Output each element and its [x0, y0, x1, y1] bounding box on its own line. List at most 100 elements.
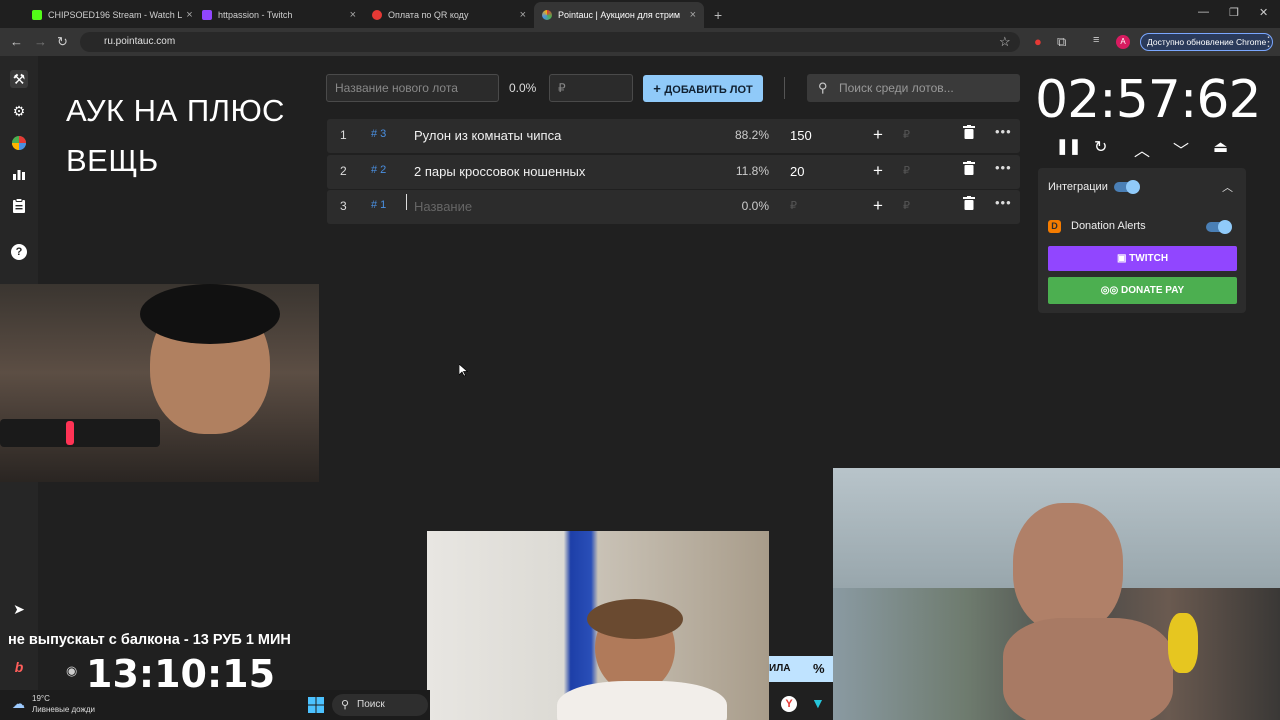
- lot-percent: 0.0%: [741, 199, 769, 213]
- eye-icon: ◉: [66, 663, 78, 678]
- extra-amount-input[interactable]: ₽: [903, 164, 910, 177]
- clipboard-icon[interactable]: [10, 198, 28, 216]
- bookmark-star-icon[interactable]: ☆: [999, 34, 1011, 50]
- new-lot-name-input[interactable]: Название нового лота: [326, 74, 499, 102]
- lot-name-input[interactable]: Название: [414, 199, 472, 214]
- donation-alerts-toggle[interactable]: [1206, 220, 1232, 234]
- add-amount-icon[interactable]: +: [873, 196, 883, 216]
- taskbar-search[interactable]: ⚲ Поиск: [332, 694, 428, 716]
- url-text: ru.pointauc.com: [104, 36, 176, 47]
- add-amount-icon[interactable]: +: [873, 125, 883, 145]
- forward-icon[interactable]: →: [34, 34, 47, 49]
- delete-icon[interactable]: [963, 196, 975, 210]
- browser-tab[interactable]: CHIPSOED196 Stream - Watch L ×: [24, 2, 194, 28]
- lot-amount-input[interactable]: ₽: [790, 199, 797, 212]
- close-icon[interactable]: ×: [686, 9, 696, 21]
- integrations-toggle[interactable]: [1114, 180, 1140, 194]
- settings-gear-icon[interactable]: ⚙: [10, 102, 28, 120]
- telegram-icon[interactable]: ➤: [10, 600, 28, 618]
- gavel-icon[interactable]: ⚒: [10, 70, 28, 88]
- browser-tab[interactable]: httpassion - Twitch ×: [194, 2, 364, 28]
- more-icon[interactable]: •••: [995, 195, 1012, 210]
- integrations-label: Интеграции: [1048, 181, 1108, 193]
- delete-icon[interactable]: [963, 125, 975, 139]
- percent-control-label: ИЛА: [769, 663, 791, 674]
- windows-start-icon[interactable]: [308, 697, 324, 713]
- close-icon[interactable]: ×: [182, 9, 192, 21]
- reload-icon[interactable]: ↻: [57, 34, 68, 50]
- taskbar-search-label: Поиск: [357, 699, 385, 710]
- reset-icon[interactable]: ↻: [1094, 137, 1107, 157]
- extensions-puzzle-icon[interactable]: ⧉: [1057, 34, 1066, 50]
- lot-percent: 88.2%: [734, 128, 769, 142]
- hair-shape: [587, 599, 683, 639]
- media-icon[interactable]: ≡: [1093, 34, 1099, 46]
- donatepay-icon: ◎◎: [1100, 285, 1122, 296]
- kick-icon: [32, 10, 42, 20]
- twitch-icon: [202, 10, 212, 20]
- shield-icon[interactable]: ▼: [811, 695, 825, 711]
- pointauc-icon: [542, 10, 552, 20]
- twitch-button[interactable]: ▣ TWITCH: [1048, 246, 1237, 271]
- close-icon[interactable]: ×: [516, 9, 526, 21]
- extra-amount-input[interactable]: ₽: [903, 199, 910, 212]
- lot-row: 3 # 1 Название 0.0% ₽ + ₽ •••: [327, 190, 1020, 224]
- menu-kebab-icon[interactable]: ⋮: [1262, 34, 1275, 50]
- chrome-update-button[interactable]: Доступно обновление Chrome: [1140, 33, 1274, 51]
- weather-widget[interactable]: 19°C Ливневые дожди: [32, 693, 95, 715]
- close-icon[interactable]: ×: [346, 9, 356, 21]
- boosty-icon[interactable]: b: [10, 658, 28, 676]
- lot-amount[interactable]: 20: [790, 164, 804, 179]
- add-lot-button[interactable]: + ДОБАВИТЬ ЛОТ: [643, 75, 763, 102]
- microphone-shape: [0, 419, 160, 447]
- chevron-up-icon[interactable]: ︿: [1134, 137, 1150, 161]
- window-close-icon[interactable]: ✕: [1259, 6, 1268, 19]
- integrations-panel: Интеграции ︿ D Donation Alerts ▣ TWITCH …: [1038, 168, 1246, 313]
- tab-title: httpassion - Twitch: [218, 10, 293, 20]
- percent-control[interactable]: ИЛА %: [769, 656, 833, 682]
- weather-text: Ливневые дожди: [32, 705, 96, 714]
- lot-name[interactable]: 2 пары кроссовок ношенных: [414, 164, 585, 179]
- lot-id: # 3: [371, 128, 387, 140]
- yandex-browser-icon[interactable]: Y: [781, 696, 797, 712]
- donatepay-button[interactable]: ◎◎ DONATE PAY: [1048, 277, 1237, 304]
- extension-icon[interactable]: ●: [1034, 34, 1042, 49]
- mouse-cursor-icon: [459, 364, 468, 377]
- new-lot-amount-input[interactable]: ₽: [549, 74, 633, 102]
- double-up-icon[interactable]: ⏏: [1213, 137, 1228, 157]
- minimize-icon[interactable]: —: [1198, 6, 1209, 18]
- windows-taskbar: ☁ 19°C Ливневые дожди ⚲ Поиск: [0, 690, 430, 720]
- new-tab-button[interactable]: +: [704, 7, 732, 28]
- chevron-up-icon[interactable]: ︿: [1222, 179, 1233, 195]
- delete-icon[interactable]: [963, 161, 975, 175]
- add-amount-icon[interactable]: +: [873, 161, 883, 181]
- lot-position: 1: [340, 128, 347, 142]
- pause-icon[interactable]: ❚❚: [1056, 137, 1081, 155]
- twitch-button-label: TWITCH: [1129, 253, 1169, 264]
- browser-tab-active[interactable]: Pointauc | Аукцион для стрим ×: [534, 2, 704, 28]
- lot-name[interactable]: Рулон из комнаты чипса: [414, 128, 561, 143]
- chevron-down-icon[interactable]: ﹀: [1173, 137, 1189, 161]
- lot-search-input[interactable]: ⚲ Поиск среди лотов...: [807, 74, 1020, 102]
- back-icon[interactable]: ←: [10, 34, 23, 49]
- lot-row: 1 # 3 Рулон из комнаты чипса 88.2% 150 +…: [327, 119, 1020, 153]
- guest-webcam: [427, 531, 769, 720]
- help-icon[interactable]: ?: [11, 244, 27, 260]
- wheel-icon[interactable]: [10, 135, 28, 153]
- more-icon[interactable]: •••: [995, 160, 1012, 175]
- browser-tab[interactable]: Оплата по QR коду ×: [364, 2, 534, 28]
- maximize-icon[interactable]: ❐: [1229, 6, 1239, 19]
- mic-light: [66, 421, 74, 445]
- extra-amount-input[interactable]: ₽: [903, 128, 910, 141]
- address-bar-row: ← → ↻ ru.pointauc.com ☆ ● ⧉ ≡ A Доступно…: [0, 28, 1280, 56]
- shirt-shape: [557, 681, 727, 720]
- url-field[interactable]: ru.pointauc.com: [80, 32, 1020, 52]
- lot-amount[interactable]: 150: [790, 128, 812, 143]
- profile-avatar[interactable]: A: [1116, 35, 1130, 49]
- more-icon[interactable]: •••: [995, 124, 1012, 139]
- statistics-bar-icon[interactable]: [10, 167, 28, 185]
- vase-shape: [1168, 613, 1198, 673]
- twitch-icon: ▣: [1116, 253, 1130, 264]
- new-lot-percent: 0.0%: [509, 81, 537, 95]
- lot-position: 3: [340, 199, 347, 213]
